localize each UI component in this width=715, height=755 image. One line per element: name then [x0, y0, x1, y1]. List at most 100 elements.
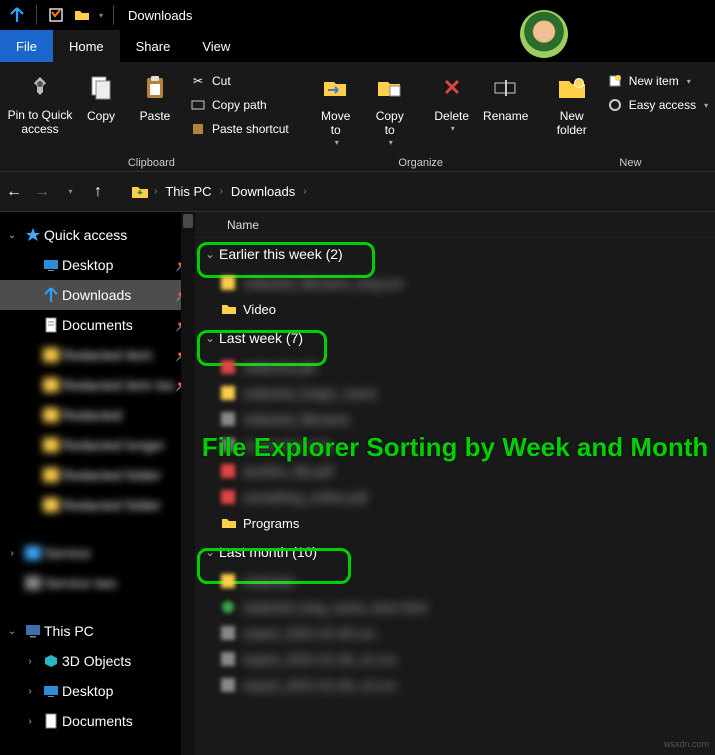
breadcrumb-downloads[interactable]: Downloads: [225, 181, 301, 202]
list-item[interactable]: another_file.pdf: [195, 458, 715, 484]
tree-scrollbar[interactable]: [181, 212, 195, 755]
new-group-label: New: [545, 155, 715, 169]
new-item-button[interactable]: New item▾: [603, 70, 712, 92]
list-item[interactable]: export_2021-01-09.csv: [195, 620, 715, 646]
forward-button[interactable]: →: [28, 178, 56, 206]
group-last-week[interactable]: ⌄Last week (7): [195, 322, 715, 354]
paste-shortcut-button[interactable]: Paste shortcut: [186, 118, 293, 140]
copy-button[interactable]: Copy: [74, 66, 128, 123]
paste-button[interactable]: Paste: [128, 66, 182, 123]
breadcrumb-sep[interactable]: ›: [218, 186, 225, 197]
ribbon-tabs: File Home Share View: [0, 30, 715, 62]
chevron-down-icon: ⌄: [201, 247, 219, 261]
breadcrumb-sep[interactable]: ›: [301, 186, 308, 197]
address-bar: ← → ▾ ↑ › This PC › Downloads ›: [0, 172, 715, 212]
tab-file[interactable]: File: [0, 30, 53, 62]
group-earlier-this-week[interactable]: ⌄Earlier this week (2): [195, 238, 715, 270]
chevron-down-icon: ▾: [704, 101, 708, 110]
easy-access-icon: [607, 97, 623, 113]
group-last-month[interactable]: ⌄Last month (10): [195, 536, 715, 568]
list-item[interactable]: redacted: [195, 568, 715, 594]
organize-group-label: Organize: [309, 155, 533, 169]
tree-documents[interactable]: ›Documents📌: [0, 310, 195, 340]
title-bar: ▾ Downloads: [0, 0, 715, 30]
cut-button[interactable]: ✂Cut: [186, 70, 293, 92]
copy-path-button[interactable]: Copy path: [186, 94, 293, 116]
list-item[interactable]: redacted_long_name_here.html: [195, 594, 715, 620]
list-item[interactable]: redacted_longer_name: [195, 380, 715, 406]
new-folder-icon: [556, 72, 588, 104]
copy-icon: [85, 72, 117, 104]
ribbon: Pin to Quick access Copy Paste ✂Cut Copy…: [0, 62, 715, 172]
qat-folder-icon[interactable]: [72, 5, 92, 25]
documents-icon: [40, 317, 62, 333]
downloads-folder-icon[interactable]: [130, 182, 150, 202]
tree-item-blurred[interactable]: ›Redacted item📌: [0, 340, 195, 370]
qat-expand-icon[interactable]: ▾: [95, 11, 107, 20]
up-button[interactable]: ↑: [84, 178, 112, 206]
chevron-down-icon: ⌄: [201, 331, 219, 345]
breadcrumb-thispc[interactable]: This PC: [159, 181, 217, 202]
3d-objects-icon: [40, 653, 62, 669]
paste-icon: [139, 72, 171, 104]
tree-item-blurred[interactable]: ›Redacted item two📌: [0, 370, 195, 400]
list-item[interactable]: export_2021-01-09_v3.csv: [195, 672, 715, 698]
pin-quick-access-button[interactable]: Pin to Quick access: [6, 66, 74, 137]
chevron-down-icon: ▾: [389, 138, 393, 147]
list-item[interactable]: redacted_filename: [195, 406, 715, 432]
tree-3d-objects[interactable]: ›3D Objects: [0, 646, 195, 676]
file-list: Name ⌄Earlier this week (2) redacted_fil…: [195, 212, 715, 755]
column-name[interactable]: Name: [227, 218, 259, 232]
tree-downloads[interactable]: ›Downloads📌: [0, 280, 195, 310]
list-item[interactable]: redacted.pdf: [195, 354, 715, 380]
desktop-icon: [40, 684, 62, 698]
tree-this-pc[interactable]: ⌄This PC: [0, 616, 195, 646]
list-item-programs[interactable]: Programs: [195, 510, 715, 536]
list-item[interactable]: something_online.pdf: [195, 484, 715, 510]
tree-item-blurred[interactable]: ›Service: [0, 538, 195, 568]
tab-home[interactable]: Home: [53, 30, 120, 62]
list-item[interactable]: screenshot.png: [195, 432, 715, 458]
folder-icon: [221, 516, 243, 530]
tree-desktop-pc[interactable]: ›Desktop: [0, 676, 195, 706]
avatar: [520, 10, 568, 58]
list-item[interactable]: export_2021-01-09_v2.csv: [195, 646, 715, 672]
copy-to-button[interactable]: Copy to▾: [363, 66, 417, 147]
list-item[interactable]: redacted_filename_long.ext: [195, 270, 715, 296]
tree-item-blurred[interactable]: ›Redacted: [0, 400, 195, 430]
back-button[interactable]: ←: [0, 178, 28, 206]
easy-access-button[interactable]: Easy access▾: [603, 94, 712, 116]
recent-locations-button[interactable]: ▾: [56, 178, 84, 206]
star-icon: [22, 227, 44, 243]
navigation-tree: ⌄Quick access ›Desktop📌 ›Downloads📌 ›Doc…: [0, 212, 195, 755]
watermark: wsxdn.com: [664, 739, 709, 749]
this-pc-icon: [22, 624, 44, 638]
tree-item-blurred[interactable]: ›Redacted folder: [0, 460, 195, 490]
chevron-down-icon: ⌄: [2, 230, 22, 241]
new-folder-button[interactable]: New folder: [545, 66, 599, 137]
chevron-right-icon: ›: [20, 716, 40, 727]
rename-button[interactable]: Rename: [479, 66, 533, 123]
move-to-button[interactable]: Move to▾: [309, 66, 363, 147]
chevron-down-icon: ▾: [335, 138, 339, 147]
tab-view[interactable]: View: [186, 30, 246, 62]
tab-share[interactable]: Share: [120, 30, 187, 62]
downloads-icon: [40, 287, 62, 303]
tree-desktop[interactable]: ›Desktop📌: [0, 250, 195, 280]
window-title: Downloads: [128, 8, 192, 23]
tree-item-blurred[interactable]: ›Redacted folder: [0, 490, 195, 520]
tree-item-blurred[interactable]: ›Service two: [0, 568, 195, 598]
folder-icon: [221, 302, 243, 316]
rename-icon: [490, 72, 522, 104]
tree-documents-pc[interactable]: ›Documents: [0, 706, 195, 736]
tree-quick-access[interactable]: ⌄Quick access: [0, 220, 195, 250]
copy-to-icon: [374, 72, 406, 104]
breadcrumb-sep[interactable]: ›: [152, 186, 159, 197]
desktop-icon: [40, 258, 62, 272]
move-to-icon: [320, 72, 352, 104]
list-item-video[interactable]: Video: [195, 296, 715, 322]
qat-save-icon[interactable]: [46, 5, 66, 25]
tree-item-blurred[interactable]: ›Redacted longer: [0, 430, 195, 460]
delete-button[interactable]: Delete▾: [425, 66, 479, 133]
chevron-down-icon: ⌄: [201, 545, 219, 559]
